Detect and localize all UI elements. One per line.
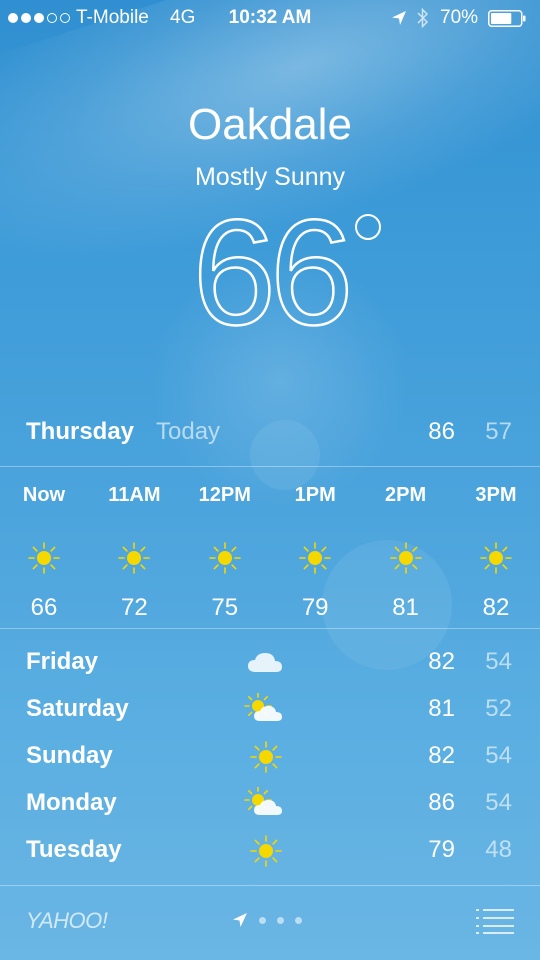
today-summary-row: Thursday Today 86 57 — [0, 418, 540, 458]
hour-temp: 82 — [482, 594, 510, 621]
hour-temp: 66 — [30, 594, 58, 621]
sun-icon — [250, 835, 282, 867]
status-bar: T-Mobile 4G 10:32 AM 70% — [0, 0, 540, 36]
hourly-item: 3PM 82 — [466, 480, 526, 622]
partly-cloudy-icon — [244, 693, 282, 721]
battery-icon — [488, 10, 526, 27]
today-label: Today — [156, 418, 221, 445]
hour-temp: 75 — [211, 594, 239, 621]
sun-icon — [480, 542, 512, 574]
day-name: Sunday — [26, 742, 113, 769]
hour-time: 2PM — [385, 484, 427, 506]
footer-toolbar: YAHOO! — [0, 886, 540, 960]
sun-icon — [118, 542, 151, 574]
day-name: Tuesday — [26, 836, 122, 863]
day-low: 48 — [485, 836, 512, 863]
day-name: Monday — [26, 789, 117, 816]
hour-time: 1PM — [294, 484, 336, 506]
day-low: 54 — [485, 789, 512, 816]
cloud-icon — [248, 653, 282, 672]
page-dot — [259, 916, 266, 924]
divider-middle — [0, 628, 540, 629]
day-name: Saturday — [26, 695, 129, 722]
hour-time: Now — [22, 484, 66, 506]
sun-icon — [250, 741, 282, 773]
weather-screen: T-Mobile 4G 10:32 AM 70% Oakdale Mostly … — [0, 0, 540, 960]
page-dot — [277, 916, 284, 924]
sun-icon — [389, 542, 422, 574]
hourly-item: 12PM 75 — [195, 480, 255, 622]
daily-row: Saturday 81 52 — [0, 687, 540, 734]
hourly-item: 2PM 81 — [376, 480, 436, 622]
day-name: Friday — [26, 648, 99, 675]
daily-forecast[interactable]: Friday 82 54 Saturday 81 52 Sunday 82 54… — [0, 640, 540, 875]
sun-icon — [299, 542, 331, 574]
yahoo-logo[interactable]: YAHOO! — [26, 908, 108, 934]
city-list-icon[interactable] — [476, 908, 514, 934]
day-high: 86 — [428, 789, 455, 816]
hour-time: 3PM — [475, 484, 517, 506]
current-temperature: 66 — [0, 191, 540, 353]
today-low: 57 — [485, 418, 512, 445]
day-high: 81 — [428, 695, 455, 722]
daily-row: Friday 82 54 — [0, 640, 540, 687]
daily-row: Monday 86 54 — [0, 781, 540, 828]
today-day-name: Thursday — [26, 418, 135, 445]
hour-temp: 81 — [392, 594, 419, 621]
page-indicator[interactable] — [232, 912, 302, 928]
hour-time: 11AM — [108, 484, 161, 506]
day-low: 54 — [485, 742, 512, 769]
hourly-forecast[interactable]: Now 66 11AM 72 12PM 75 1PM 79 2PM 81 3PM… — [14, 480, 526, 622]
bluetooth-icon — [417, 7, 429, 29]
day-low: 54 — [485, 648, 512, 675]
hourly-item: Now 66 — [14, 480, 74, 622]
current-location-icon — [233, 913, 247, 927]
hour-time: 12PM — [198, 484, 251, 506]
daily-row: Tuesday 79 48 — [0, 828, 540, 875]
location-services-icon — [392, 11, 406, 25]
hour-temp: 79 — [301, 594, 329, 621]
hourly-item: 1PM 79 — [285, 480, 345, 622]
sun-icon — [208, 542, 241, 574]
day-low: 52 — [485, 695, 512, 722]
battery-percentage: 70% — [440, 7, 479, 28]
today-high: 86 — [428, 418, 455, 445]
hour-temp: 72 — [121, 594, 148, 621]
daily-row: Sunday 82 54 — [0, 734, 540, 781]
sun-icon — [28, 542, 60, 574]
day-high: 82 — [428, 742, 455, 769]
hourly-item: 11AM 72 — [104, 480, 164, 622]
divider-top — [0, 466, 540, 467]
city-name: Oakdale — [188, 100, 352, 149]
page-dot — [295, 916, 302, 924]
partly-cloudy-icon — [244, 787, 282, 815]
day-high: 79 — [428, 836, 455, 863]
day-high: 82 — [428, 648, 455, 675]
degree-symbol — [355, 214, 382, 240]
current-temperature-value: 66 — [191, 188, 354, 356]
